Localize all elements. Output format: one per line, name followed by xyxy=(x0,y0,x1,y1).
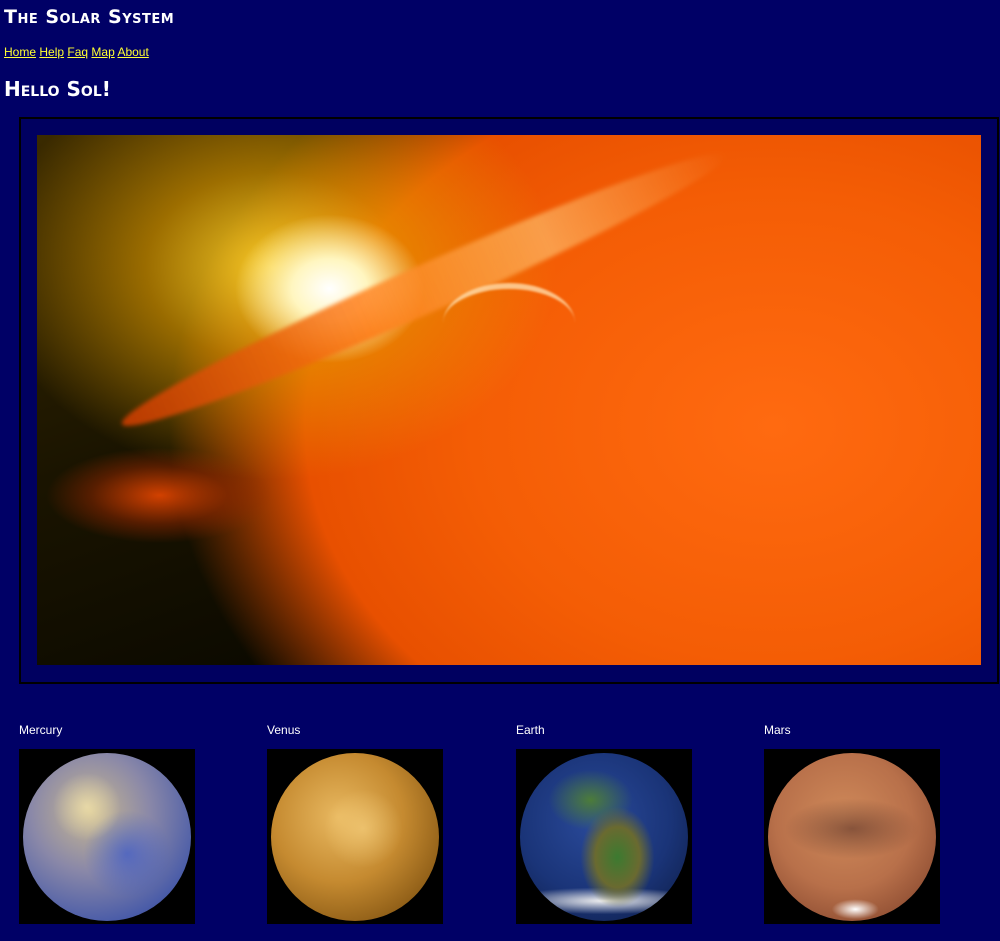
planet-card-earth: Earth xyxy=(516,722,692,924)
planet-image-frame xyxy=(516,749,692,924)
planet-image-frame xyxy=(764,749,940,924)
mars-image xyxy=(768,752,936,921)
nav-link-home[interactable]: Home xyxy=(4,45,36,59)
planet-label: Venus xyxy=(267,723,301,737)
page-heading: Hello Sol! xyxy=(4,77,111,101)
planet-label: Mars xyxy=(764,723,791,737)
planet-label: Mercury xyxy=(19,723,63,737)
hero-image-frame xyxy=(19,117,999,684)
nav-link-help[interactable]: Help xyxy=(39,45,64,59)
venus-image xyxy=(271,752,439,921)
planet-image-frame xyxy=(267,749,443,924)
planet-card-venus: Venus xyxy=(267,722,443,924)
solar-flare-filament xyxy=(112,135,736,446)
site-title: The Solar System xyxy=(4,6,175,28)
nav-link-faq[interactable]: Faq xyxy=(67,45,88,59)
sun-solar-flare-image xyxy=(37,135,981,665)
planet-card-mercury: Mercury xyxy=(19,722,195,924)
main-nav: Home Help Faq Map About xyxy=(4,44,149,60)
planet-label: Earth xyxy=(516,723,545,737)
earth-image xyxy=(520,752,688,921)
nav-link-map[interactable]: Map xyxy=(91,45,114,59)
planet-image-frame xyxy=(19,749,195,924)
planet-card-mars: Mars xyxy=(764,722,940,924)
coronal-loop xyxy=(442,283,576,363)
mercury-image xyxy=(23,752,191,921)
nav-link-about[interactable]: About xyxy=(117,45,148,59)
